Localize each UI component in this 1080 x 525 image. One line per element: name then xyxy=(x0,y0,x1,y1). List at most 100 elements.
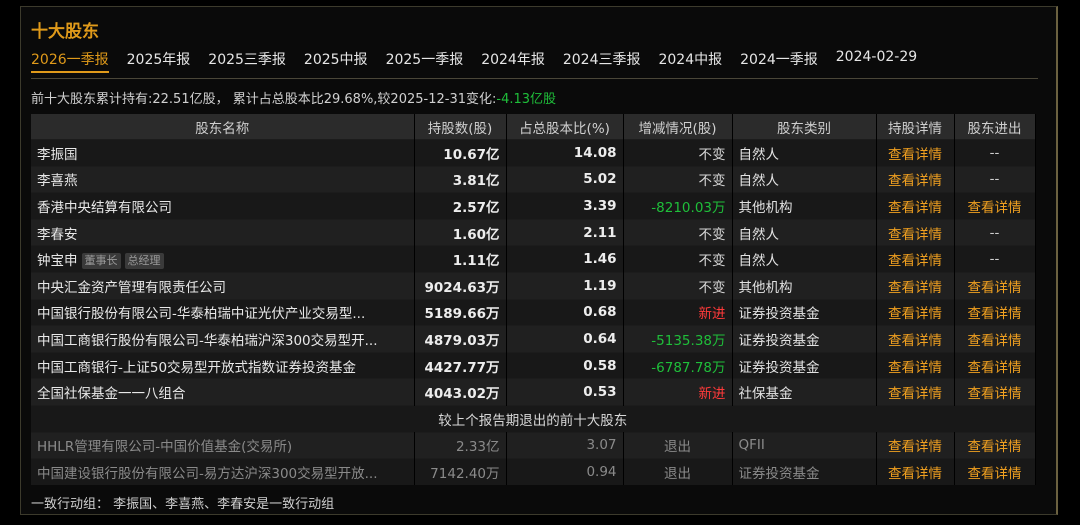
report-period-tabs: 2026一季报 2025年报 2025三季报 2025中报 2025一季报 2024年报 2… xyxy=(31,49,935,73)
change-amount: 新进 xyxy=(623,298,733,326)
in-out-detail-link[interactable]: 查看详情 xyxy=(954,298,1036,326)
shareholder-type: 证券投资基金 xyxy=(732,458,877,485)
share-ratio: 0.58 xyxy=(506,351,624,379)
table-row: 李喜燕 3.81亿 5.02 不变 自然人 查看详情 -- xyxy=(31,165,1036,193)
shareholder-type: 自然人 xyxy=(732,245,877,273)
shareholder-name-text: 中国银行股份有限公司-华泰柏瑞中证光伏产业交易型... xyxy=(37,306,366,323)
in-out-detail-link[interactable]: 查看详情 xyxy=(954,192,1036,220)
tab-report-period[interactable]: 2024-02-29 xyxy=(836,49,917,73)
shareholder-name-text: 李喜燕 xyxy=(37,173,78,190)
table-row: 中国银行股份有限公司-华泰柏瑞中证光伏产业交易型... 5189.66万 0.68 新… xyxy=(31,298,1036,326)
shareholder-name: 中国银行股份有限公司-华泰柏瑞中证光伏产业交易型... xyxy=(31,298,415,326)
shareholder-type: 其他机构 xyxy=(732,271,877,300)
shares-held: 4879.03万 xyxy=(414,325,507,353)
concert-party-note: 一致行动组： 李振国、李喜燕、李春安是一致行动组 xyxy=(31,497,335,512)
change-amount: 不变 xyxy=(623,165,733,193)
in-out-detail-link[interactable]: 查看详情 xyxy=(954,378,1036,406)
share-ratio: 0.68 xyxy=(506,298,624,326)
shareholder-type: QFII xyxy=(732,431,877,459)
divider xyxy=(31,78,1038,79)
shareholder-type: 社保基金 xyxy=(732,378,877,406)
shareholder-type: 自然人 xyxy=(732,139,877,167)
summary-text: 前十大股东累计持有:22.51亿股， 累计占总股本比29.68%,较2025-1… xyxy=(31,92,497,107)
holding-detail-link[interactable]: 查看详情 xyxy=(876,192,955,220)
in-out-detail-link[interactable]: 查看详情 xyxy=(954,325,1036,353)
shares-held: 9024.63万 xyxy=(414,271,507,300)
table-row: 全国社保基金一一八组合 4043.02万 0.53 新进 社保基金 查看详情 查看详情 xyxy=(31,378,1036,406)
exited-section-header: 较上个报告期退出的前十大股东 xyxy=(31,404,1036,433)
shareholder-name: 李喜燕 xyxy=(31,165,415,193)
change-amount: -6787.78万 xyxy=(623,351,733,379)
tab-report-period[interactable]: 2025三季报 xyxy=(208,49,286,73)
shareholder-name-text: 中国工商银行股份有限公司-华泰柏瑞沪深300交易型开... xyxy=(37,332,378,349)
shareholder-name: 钟宝申 董事长 总经理 xyxy=(31,245,415,273)
summary-change: -4.13亿股 xyxy=(496,92,557,107)
column-header: 持股数(股) xyxy=(414,114,507,140)
holding-detail-link[interactable]: 查看详情 xyxy=(876,218,955,246)
change-amount: 退出 xyxy=(623,458,733,485)
shares-held: 5189.66万 xyxy=(414,298,507,326)
tab-report-period[interactable]: 2025中报 xyxy=(304,49,368,73)
table-row: 钟宝申 董事长 总经理 1.11亿 1.46 不变 自然人 查看详情 -- xyxy=(31,245,1036,273)
in-out-placeholder: -- xyxy=(954,165,1036,193)
column-header: 占总股本比(%) xyxy=(506,114,624,140)
change-amount: -8210.03万 xyxy=(623,192,733,220)
change-amount: 不变 xyxy=(623,218,733,246)
shares-held: 1.11亿 xyxy=(414,245,507,273)
position-tag: 总经理 xyxy=(124,253,164,270)
holding-detail-link[interactable]: 查看详情 xyxy=(876,378,955,406)
holding-detail-link[interactable]: 查看详情 xyxy=(876,351,955,379)
holding-detail-link[interactable]: 查看详情 xyxy=(876,458,955,485)
table-row: 香港中央结算有限公司 2.57亿 3.39 -8210.03万 其他机构 查看详情 查看详情 xyxy=(31,192,1036,220)
holding-detail-link[interactable]: 查看详情 xyxy=(876,325,955,353)
shares-held: 4427.77万 xyxy=(414,351,507,379)
shareholder-name: 中国工商银行股份有限公司-华泰柏瑞沪深300交易型开... xyxy=(31,325,415,353)
holding-detail-link[interactable]: 查看详情 xyxy=(876,245,955,273)
shareholder-name: 中央汇金资产管理有限责任公司 xyxy=(31,271,415,300)
shareholder-name: 全国社保基金一一八组合 xyxy=(31,378,415,406)
tab-report-period[interactable]: 2026一季报 xyxy=(31,49,109,73)
shareholder-type: 自然人 xyxy=(732,218,877,246)
shares-held: 7142.40万 xyxy=(414,458,507,485)
exited-table-row: HHLR管理有限公司-中国价值基金(交易所) 2.33亿 3.07 退出 QFII 查看详… xyxy=(31,431,1036,459)
shareholder-name-text: 李振国 xyxy=(37,146,78,163)
share-ratio: 1.19 xyxy=(506,271,624,300)
shareholders-table: 股东名称 持股数(股) 占总股本比(%) 增减情况(股) 股东类别 持股详情 股东进出 李振… xyxy=(31,114,1036,485)
holding-detail-link[interactable]: 查看详情 xyxy=(876,298,955,326)
tab-report-period[interactable]: 2024一季报 xyxy=(740,49,818,73)
column-header: 增减情况(股) xyxy=(623,114,733,140)
in-out-placeholder: -- xyxy=(954,139,1036,167)
tab-report-period[interactable]: 2024年报 xyxy=(481,49,545,73)
holding-detail-link[interactable]: 查看详情 xyxy=(876,271,955,300)
tab-report-period[interactable]: 2024三季报 xyxy=(563,49,641,73)
change-amount: 新进 xyxy=(623,378,733,406)
table-row: 中国工商银行股份有限公司-华泰柏瑞沪深300交易型开... 4879.03万 0.6… xyxy=(31,325,1036,353)
table-row: 中国工商银行-上证50交易型开放式指数证券投资基金 4427.77万 0.58 -67… xyxy=(31,351,1036,379)
share-ratio: 14.08 xyxy=(506,139,624,167)
tab-report-period[interactable]: 2025一季报 xyxy=(386,49,464,73)
in-out-detail-link[interactable]: 查看详情 xyxy=(954,458,1036,485)
change-amount: 不变 xyxy=(623,139,733,167)
shareholder-name-text: 钟宝申 xyxy=(37,253,78,270)
shareholder-type: 自然人 xyxy=(732,165,877,193)
tab-report-period[interactable]: 2024中报 xyxy=(658,49,722,73)
holding-detail-link[interactable]: 查看详情 xyxy=(876,431,955,459)
share-ratio: 2.11 xyxy=(506,218,624,246)
shareholder-name: 中国工商银行-上证50交易型开放式指数证券投资基金 xyxy=(31,351,415,379)
tab-report-period[interactable]: 2025年报 xyxy=(127,49,191,73)
column-header: 股东名称 xyxy=(31,114,415,140)
in-out-detail-link[interactable]: 查看详情 xyxy=(954,271,1036,300)
holding-detail-link[interactable]: 查看详情 xyxy=(876,165,955,193)
shareholder-name: 李振国 xyxy=(31,139,415,167)
shareholder-name-text: 李春安 xyxy=(37,226,78,243)
position-tag: 董事长 xyxy=(81,253,121,270)
column-header: 股东进出 xyxy=(954,114,1036,140)
holding-detail-link[interactable]: 查看详情 xyxy=(876,139,955,167)
shareholder-type: 证券投资基金 xyxy=(732,325,877,353)
in-out-detail-link[interactable]: 查看详情 xyxy=(954,351,1036,379)
shareholder-name-text: 全国社保基金一一八组合 xyxy=(37,386,186,403)
in-out-detail-link[interactable]: 查看详情 xyxy=(954,431,1036,459)
in-out-placeholder: -- xyxy=(954,245,1036,273)
shareholder-name: 香港中央结算有限公司 xyxy=(31,192,415,220)
shareholder-name: HHLR管理有限公司-中国价值基金(交易所) xyxy=(31,431,415,459)
